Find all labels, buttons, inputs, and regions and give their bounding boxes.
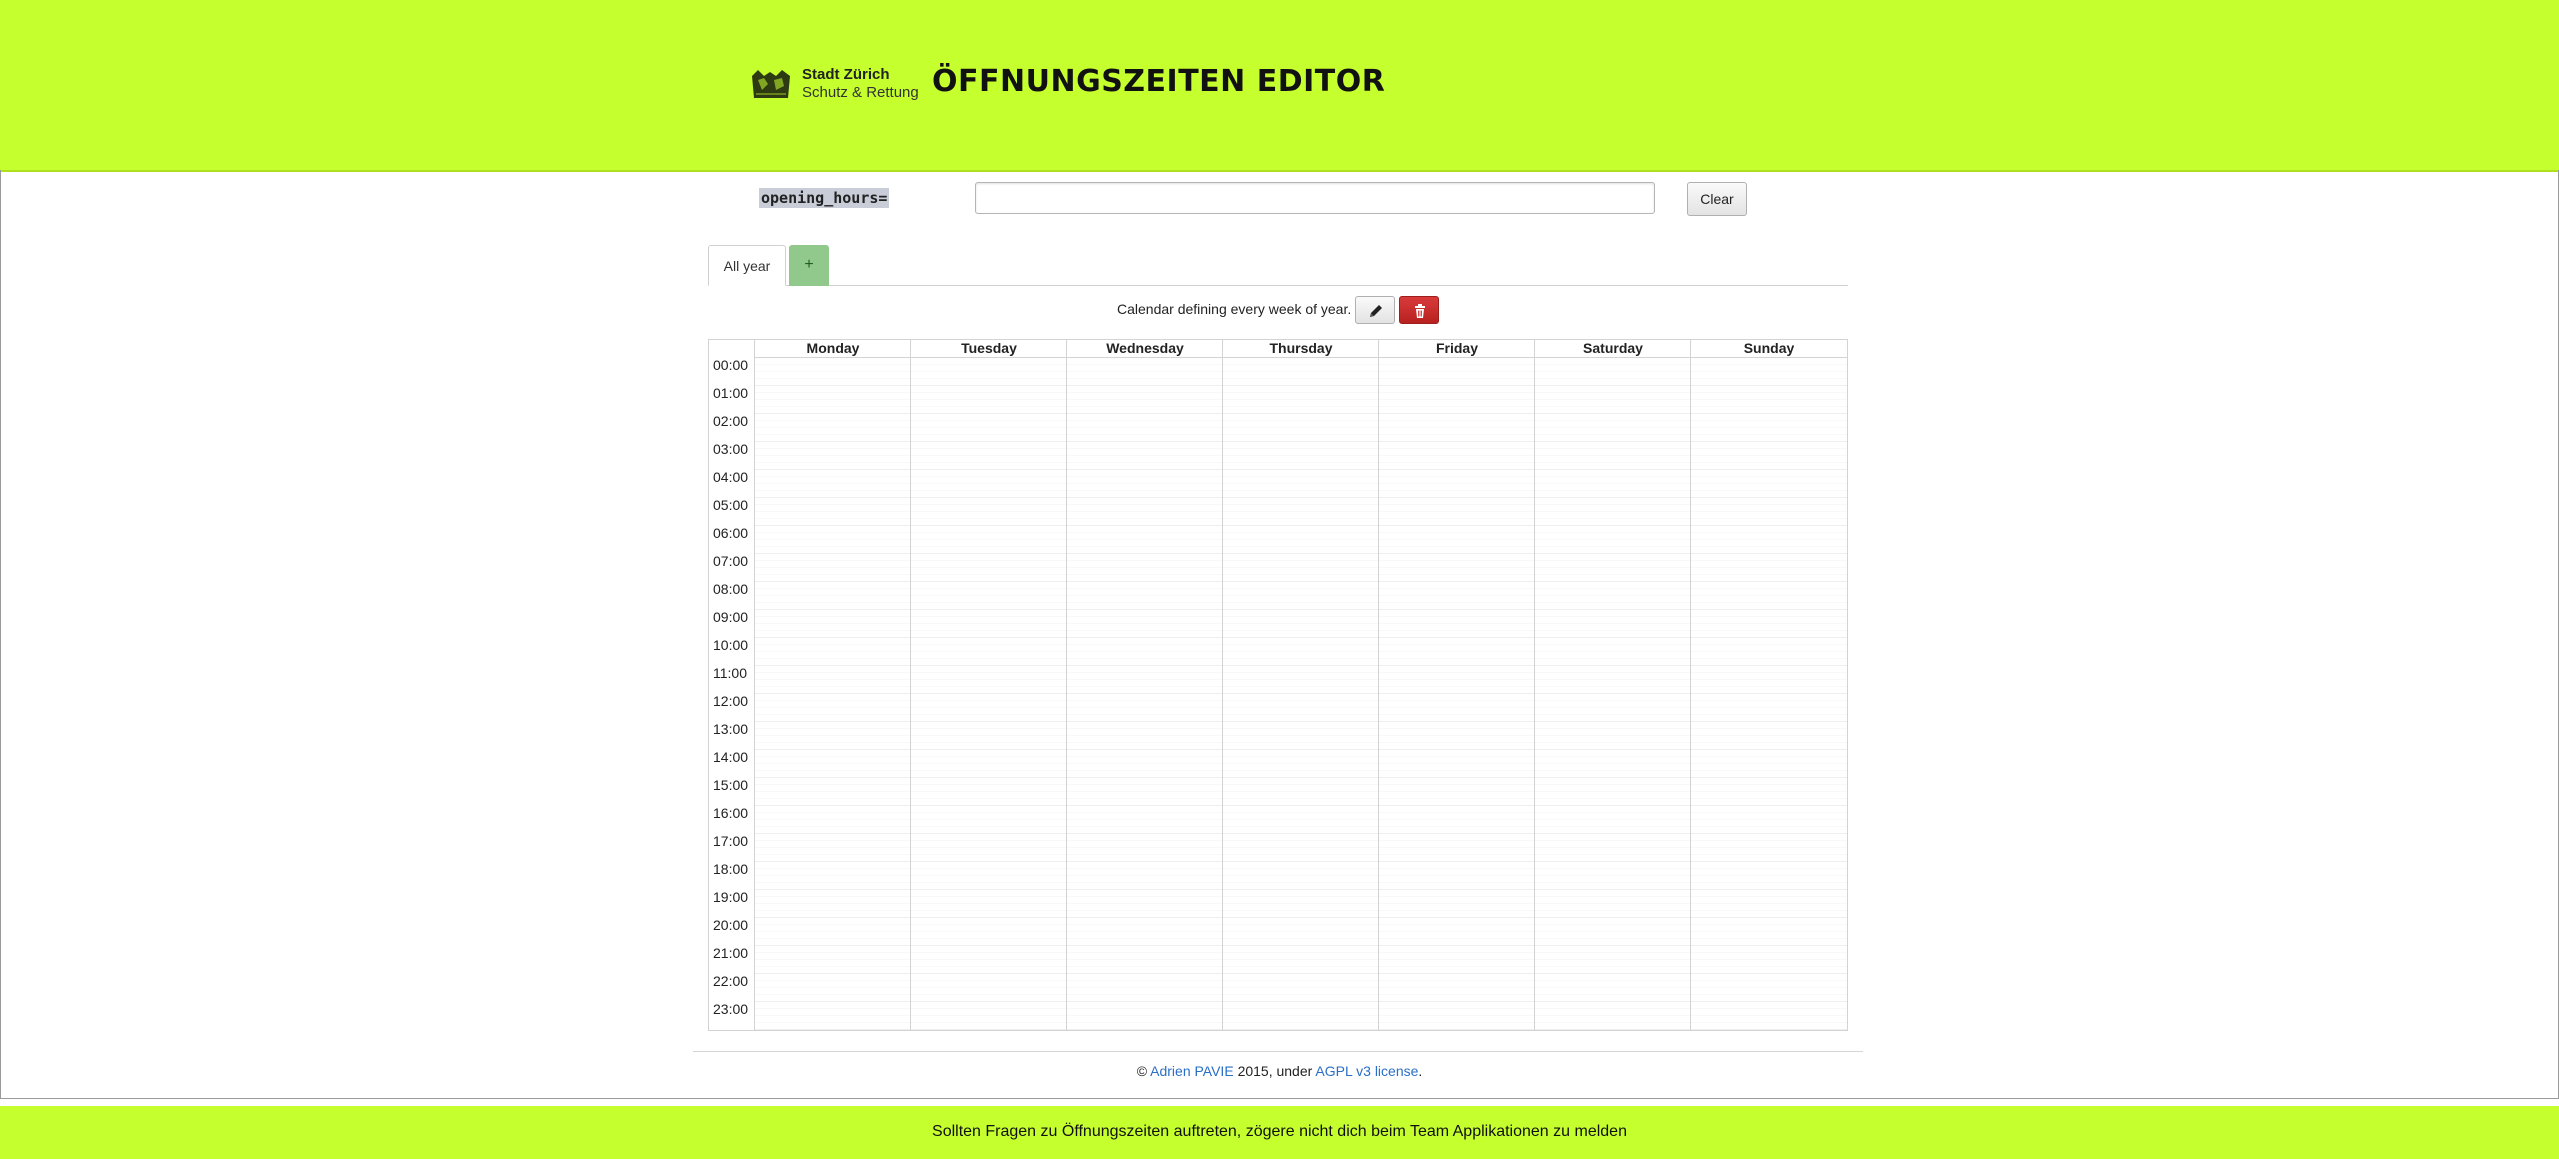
hour-label: 16:00 [713,805,749,821]
hour-label: 20:00 [713,917,749,933]
support-banner-text: Sollten Fragen zu Öffnungszeiten auftret… [932,1123,1627,1140]
header-bar: Stadt Zürich Schutz & Rettung ÖFFNUNGSZE… [0,0,2559,172]
tabs-divider [708,285,1848,286]
day-header: Saturday [1535,340,1691,358]
day-header: Monday [755,340,911,358]
day-slots[interactable] [1691,358,1847,1030]
day-slots[interactable] [1535,358,1691,1030]
day-slots[interactable] [1067,358,1223,1030]
hour-label: 08:00 [713,581,749,597]
credits-period: . [1418,1063,1423,1079]
hour-label: 17:00 [713,833,749,849]
day-column-sunday[interactable]: Sunday [1690,340,1847,1030]
clear-button[interactable]: Clear [1687,182,1747,216]
tab-all-year[interactable]: All year [708,245,786,286]
footer-divider [693,1051,1863,1052]
week-calendar: 00:00 01:00 02:00 03:00 04:00 05:00 06:00 07:00… [708,339,1848,1031]
day-column-thursday[interactable]: Thursday [1222,340,1379,1030]
time-column: 00:00 01:00 02:00 03:00 04:00 05:00 06:00 07:00… [709,340,754,1030]
logo-line-department: Schutz & Rettung [802,84,919,101]
hour-label: 19:00 [713,889,749,905]
hour-label: 13:00 [713,721,749,737]
hour-label: 14:00 [713,749,749,765]
hour-label: 10:00 [713,637,749,653]
logo-line-city: Stadt Zürich [802,66,890,83]
copyright-symbol: © [1136,1063,1148,1079]
hour-label: 12:00 [713,693,749,709]
pencil-icon [1370,305,1382,317]
hour-label: 15:00 [713,777,749,793]
opening-hours-input[interactable] [975,182,1655,214]
day-column-friday[interactable]: Friday [1378,340,1535,1030]
hour-label: 05:00 [713,497,749,513]
day-slots[interactable] [1223,358,1379,1030]
hour-label: 23:00 [713,1001,749,1017]
zurich-lions-logo-icon [752,70,790,98]
hour-label: 11:00 [713,665,747,681]
day-slots[interactable] [755,358,911,1030]
day-column-monday[interactable]: Monday [754,340,911,1030]
day-header: Thursday [1223,340,1379,358]
day-header: Tuesday [911,340,1067,358]
hour-label: 09:00 [713,609,749,625]
delete-calendar-button[interactable] [1399,296,1439,324]
support-banner: Sollten Fragen zu Öffnungszeiten auftret… [0,1106,2559,1159]
day-column-wednesday[interactable]: Wednesday [1066,340,1223,1030]
hour-label: 06:00 [713,525,749,541]
hour-label: 00:00 [713,357,749,373]
hour-label: 22:00 [713,973,749,989]
trash-icon [1415,304,1425,318]
hour-label: 07:00 [713,553,749,569]
credits-line: © Adrien PAVIE 2015, under AGPL v3 licen… [0,1063,2559,1079]
day-header: Sunday [1691,340,1847,358]
calendar-caption: Calendar defining every week of year. [1117,301,1352,317]
add-tab-button[interactable]: + [789,245,829,286]
hour-label: 18:00 [713,861,749,877]
day-slots[interactable] [1379,358,1535,1030]
day-column-tuesday[interactable]: Tuesday [910,340,1067,1030]
hour-label: 03:00 [713,441,749,457]
license-link[interactable]: AGPL v3 license [1315,1063,1418,1079]
day-header: Friday [1379,340,1535,358]
hour-label: 21:00 [713,945,749,961]
day-slots[interactable] [911,358,1067,1030]
edit-calendar-button[interactable] [1355,296,1395,324]
hour-label: 02:00 [713,413,749,429]
day-column-saturday[interactable]: Saturday [1534,340,1691,1030]
hour-label: 04:00 [713,469,749,485]
credits-year-text: 2015, under [1237,1063,1313,1079]
page-title: ÖFFNUNGSZEITEN EDITOR [932,64,1386,99]
author-link[interactable]: Adrien PAVIE [1150,1063,1234,1079]
hour-label: 01:00 [713,385,749,401]
day-header: Wednesday [1067,340,1223,358]
opening-hours-label: opening_hours= [759,188,890,208]
stadt-zuerich-logo: Stadt Zürich Schutz & Rettung [750,66,920,104]
